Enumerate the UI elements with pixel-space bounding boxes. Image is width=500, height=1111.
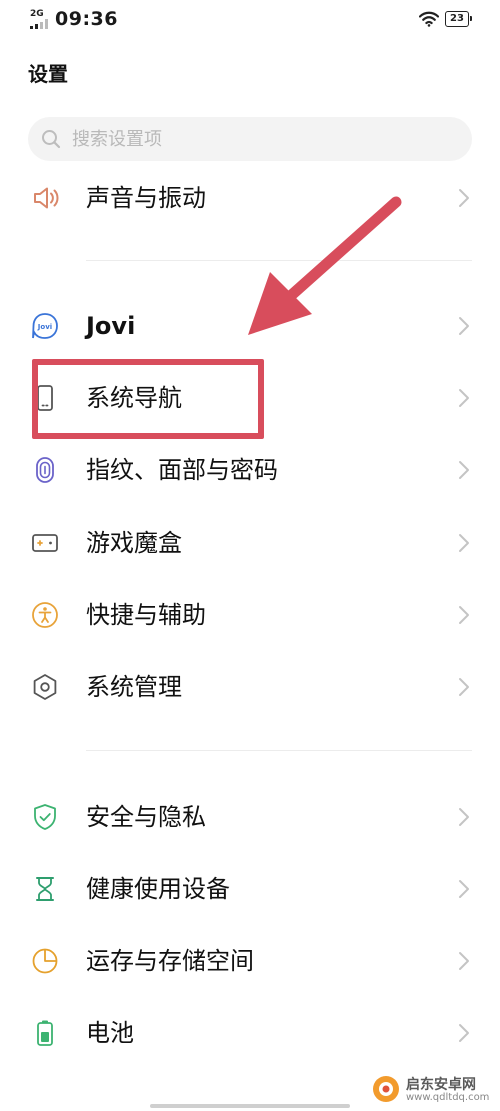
settings-item-label: 电池 <box>86 1019 134 1047</box>
page-title: 设置 <box>28 62 68 86</box>
fingerprint-icon <box>30 455 60 485</box>
watermark: 启东安卓网 www.qdltdq.com <box>372 1072 498 1108</box>
jovi-icon: Jovi <box>30 311 60 341</box>
hexagon-settings-icon <box>30 672 60 702</box>
settings-item-fingerprint-face-password[interactable]: 指纹、面部与密码 <box>0 438 500 502</box>
settings-item-shortcuts-accessibility[interactable]: 快捷与辅助 <box>0 583 500 647</box>
chevron-right-icon <box>459 534 469 552</box>
section-divider <box>86 260 472 261</box>
search-bar[interactable] <box>28 117 472 161</box>
battery-indicator: 23 <box>445 11 472 27</box>
settings-item-jovi[interactable]: Jovi Jovi <box>0 294 500 358</box>
chevron-right-icon <box>459 189 469 207</box>
watermark-logo-icon <box>373 1076 399 1102</box>
settings-item-healthy-device-usage[interactable]: 健康使用设备 <box>0 857 500 921</box>
signal-icon <box>30 19 48 29</box>
watermark-url: www.qdltdq.com <box>406 1092 490 1103</box>
svg-text:Jovi: Jovi <box>37 323 52 331</box>
settings-item-system-management[interactable]: 系统管理 <box>0 655 500 719</box>
battery-icon <box>30 1018 60 1048</box>
settings-item-label: 指纹、面部与密码 <box>86 456 278 484</box>
settings-item-battery[interactable]: 电池 <box>0 1001 500 1065</box>
settings-item-label: 健康使用设备 <box>86 875 230 903</box>
chevron-right-icon <box>459 317 469 335</box>
settings-item-label: Jovi <box>86 312 136 340</box>
home-indicator[interactable] <box>150 1104 350 1108</box>
chevron-right-icon <box>459 678 469 696</box>
pie-chart-icon <box>30 946 60 976</box>
search-input[interactable] <box>72 128 452 150</box>
settings-item-label: 声音与振动 <box>86 184 206 212</box>
settings-item-game-box[interactable]: 游戏魔盒 <box>0 511 500 575</box>
accessibility-icon <box>30 600 60 630</box>
settings-item-sound[interactable]: 声音与振动 <box>0 166 500 230</box>
section-divider <box>86 750 472 751</box>
settings-item-label: 游戏魔盒 <box>86 529 182 557</box>
search-icon <box>42 130 61 149</box>
status-time: 09:36 <box>55 8 118 30</box>
settings-item-ram-storage[interactable]: 运存与存储空间 <box>0 929 500 993</box>
watermark-name: 启东安卓网 <box>406 1077 476 1093</box>
speaker-icon <box>30 183 60 213</box>
settings-item-label: 系统导航 <box>86 384 182 412</box>
settings-item-system-navigation[interactable]: 系统导航 <box>0 366 500 430</box>
chevron-right-icon <box>459 880 469 898</box>
status-bar: 2G 09:36 23 <box>0 0 500 40</box>
hourglass-icon <box>30 874 60 904</box>
chevron-right-icon <box>459 952 469 970</box>
settings-item-label: 快捷与辅助 <box>86 601 206 629</box>
chevron-right-icon <box>459 461 469 479</box>
settings-item-security-privacy[interactable]: 安全与隐私 <box>0 785 500 849</box>
chevron-right-icon <box>459 808 469 826</box>
network-type: 2G <box>30 9 44 19</box>
shield-icon <box>30 802 60 832</box>
gamepad-icon <box>30 528 60 558</box>
chevron-right-icon <box>459 606 469 624</box>
settings-item-label: 安全与隐私 <box>86 803 206 831</box>
wifi-icon <box>419 11 439 27</box>
phone-navigation-icon <box>30 383 60 413</box>
chevron-right-icon <box>459 389 469 407</box>
settings-item-label: 运存与存储空间 <box>86 947 254 975</box>
settings-item-label: 系统管理 <box>86 673 182 701</box>
chevron-right-icon <box>459 1024 469 1042</box>
